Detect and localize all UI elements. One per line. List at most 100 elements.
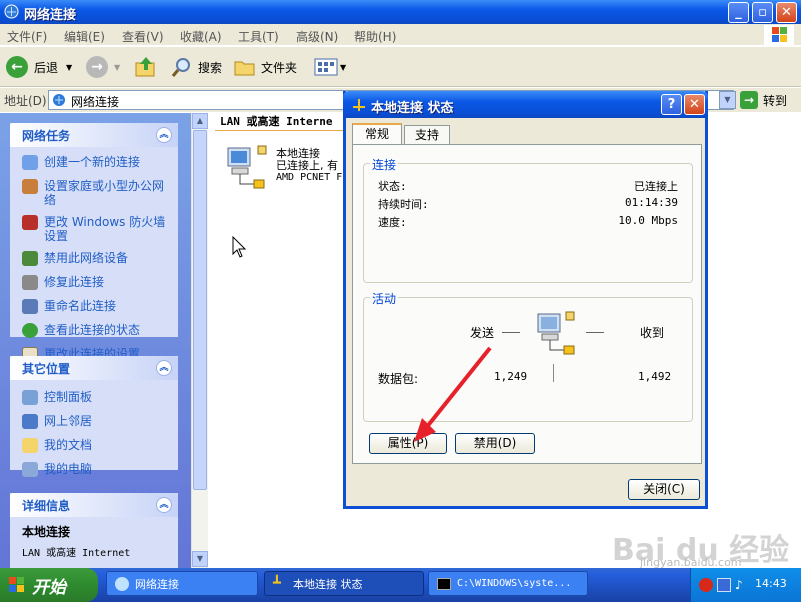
collapse-chevron-icon[interactable]: ︽: [156, 127, 172, 143]
up-folder-button[interactable]: [134, 53, 158, 81]
sent-label: 发送: [470, 326, 495, 340]
task-firewall[interactable]: 更改 Windows 防火墙设置: [10, 213, 178, 245]
local-connection-item[interactable]: 本地连接 已连接上, 有 AMD PCNET F: [222, 144, 342, 199]
other-places-header[interactable]: 其它位置 ︽: [10, 356, 178, 380]
task-view-status[interactable]: 查看此连接的状态: [10, 321, 178, 339]
network-connections-icon: [115, 576, 129, 591]
help-button[interactable]: ?: [661, 94, 682, 115]
dialog-close-button[interactable]: ✕: [684, 94, 705, 115]
network-plug-icon: ┻: [273, 575, 281, 591]
minimize-button[interactable]: _: [728, 2, 749, 23]
place-label: 控制面板: [44, 390, 93, 404]
maximize-button[interactable]: ▫: [752, 2, 773, 23]
network-connections-icon: [53, 94, 65, 106]
taskbar-item-label: 本地连接 状态: [293, 577, 363, 591]
views-button[interactable]: ▼: [314, 53, 346, 81]
disable-device-icon: [22, 251, 38, 266]
details-panel: 详细信息 ︽ 本地连接 LAN 或高速 Internet: [10, 493, 178, 568]
task-create-connection[interactable]: 创建一个新的连接: [10, 153, 178, 171]
menu-edit[interactable]: 编辑(E): [64, 28, 105, 45]
tab-general[interactable]: 常规: [352, 123, 402, 145]
taskbar-item-local-connection-status[interactable]: ┻ 本地连接 状态: [264, 571, 424, 596]
duration-value: 01:14:39: [625, 196, 678, 209]
scroll-down-icon[interactable]: ▼: [192, 551, 208, 567]
received-label: 收到: [640, 326, 665, 340]
taskbar-item-label: C:\WINDOWS\syste...: [457, 578, 572, 589]
firewall-icon: [22, 215, 38, 230]
go-label: 转到: [763, 93, 788, 108]
details-name: 本地连接: [22, 525, 71, 539]
place-label: 网上邻居: [44, 414, 93, 428]
dialog-close-text-button[interactable]: 关闭(C): [628, 479, 700, 500]
address-label: 地址(D): [4, 94, 47, 108]
vertical-scrollbar[interactable]: ▲ ▼: [191, 113, 208, 568]
folders-icon: [234, 61, 255, 76]
connection-group: 连接 状态: 已连接上 持续时间: 01:14:39 速度: 10.0 Mbps: [363, 156, 693, 283]
network-tasks-header[interactable]: 网络任务 ︽: [10, 123, 178, 147]
status-label: 状态:: [378, 180, 407, 193]
back-dropdown-icon[interactable]: ▼: [66, 63, 72, 72]
title-bar: 网络连接 _ ▫ ✕: [0, 0, 801, 24]
task-label: 查看此连接的状态: [44, 323, 141, 337]
forward-dropdown-icon[interactable]: ▼: [114, 63, 120, 72]
task-label: 禁用此网络设备: [44, 251, 129, 265]
address-value: 网络连接: [71, 95, 120, 109]
views-icon: [314, 58, 338, 76]
taskbar-item-command-prompt[interactable]: C:\WINDOWS\syste...: [428, 571, 588, 596]
task-label: 修复此连接: [44, 275, 105, 289]
collapse-chevron-icon[interactable]: ︽: [156, 360, 172, 376]
menu-help[interactable]: 帮助(H): [354, 28, 396, 45]
task-home-network[interactable]: 设置家庭或小型办公网络: [10, 177, 178, 209]
start-button[interactable]: 开始: [0, 568, 98, 602]
security-alert-icon[interactable]: [699, 578, 713, 592]
place-label: 我的文档: [44, 438, 93, 452]
taskbar-item-network-connections[interactable]: 网络连接: [106, 571, 258, 596]
views-dropdown-icon[interactable]: ▼: [340, 63, 346, 72]
place-my-documents[interactable]: 我的文档: [10, 436, 178, 454]
item-device: AMD PCNET F: [276, 172, 343, 183]
start-label: 开始: [32, 577, 66, 598]
menu-bar: 文件(F) 编辑(E) 查看(V) 收藏(A) 工具(T) 高级(N) 帮助(H…: [0, 24, 801, 46]
scroll-up-icon[interactable]: ▲: [192, 113, 208, 129]
back-button[interactable]: ← 后退 ▼: [6, 53, 72, 81]
forward-button[interactable]: → ▼: [86, 53, 120, 81]
go-button[interactable]: → 转到: [740, 90, 798, 110]
volume-icon[interactable]: ♪: [735, 578, 747, 592]
place-my-computer[interactable]: 我的电脑: [10, 460, 178, 478]
address-dropdown-icon[interactable]: ▼: [719, 91, 736, 109]
details-header[interactable]: 详细信息 ︽: [10, 493, 178, 517]
collapse-chevron-icon[interactable]: ︽: [156, 497, 172, 513]
place-control-panel[interactable]: 控制面板: [10, 388, 178, 406]
task-rename[interactable]: 重命名此连接: [10, 297, 178, 315]
task-repair[interactable]: 修复此连接: [10, 273, 178, 291]
taskbar-item-label: 网络连接: [135, 577, 179, 591]
network-connection-icon: [227, 145, 267, 189]
annotation-arrow-icon: [414, 346, 492, 442]
place-network-neighborhood[interactable]: 网上邻居: [10, 412, 178, 430]
network-tray-icon[interactable]: [717, 578, 731, 592]
close-button[interactable]: ✕: [776, 2, 797, 23]
system-tray: ♪ 14:43: [690, 568, 801, 602]
search-button[interactable]: 搜索: [170, 53, 222, 81]
clock: 14:43: [755, 577, 787, 590]
menu-favorites[interactable]: 收藏(A): [180, 28, 222, 45]
folders-button[interactable]: 文件夹: [233, 53, 297, 81]
tab-support[interactable]: 支持: [404, 125, 450, 145]
windows-logo-icon: [764, 25, 794, 45]
windows-flag-icon: [9, 577, 24, 592]
item-status: 已连接上, 有: [276, 159, 338, 172]
group-header: LAN 或高速 Interne: [220, 115, 333, 128]
other-places-panel: 其它位置 ︽ 控制面板 网上邻居 我的文档 我的电脑: [10, 356, 178, 477]
menu-view[interactable]: 查看(V): [122, 28, 164, 45]
back-arrow-icon: ←: [6, 56, 28, 78]
scroll-thumb[interactable]: [193, 130, 207, 490]
task-disable-device[interactable]: 禁用此网络设备: [10, 249, 178, 267]
menu-tools[interactable]: 工具(T): [238, 28, 279, 45]
back-label: 后退: [34, 60, 59, 75]
task-pane: 网络任务 ︽ 创建一个新的连接 设置家庭或小型办公网络 更改 Windows 防…: [0, 113, 191, 568]
menu-file[interactable]: 文件(F): [7, 28, 47, 45]
command-prompt-icon: [437, 577, 451, 590]
up-folder-icon: [135, 57, 155, 77]
window-title: 网络连接: [24, 8, 77, 23]
menu-advanced[interactable]: 高级(N): [296, 28, 338, 45]
